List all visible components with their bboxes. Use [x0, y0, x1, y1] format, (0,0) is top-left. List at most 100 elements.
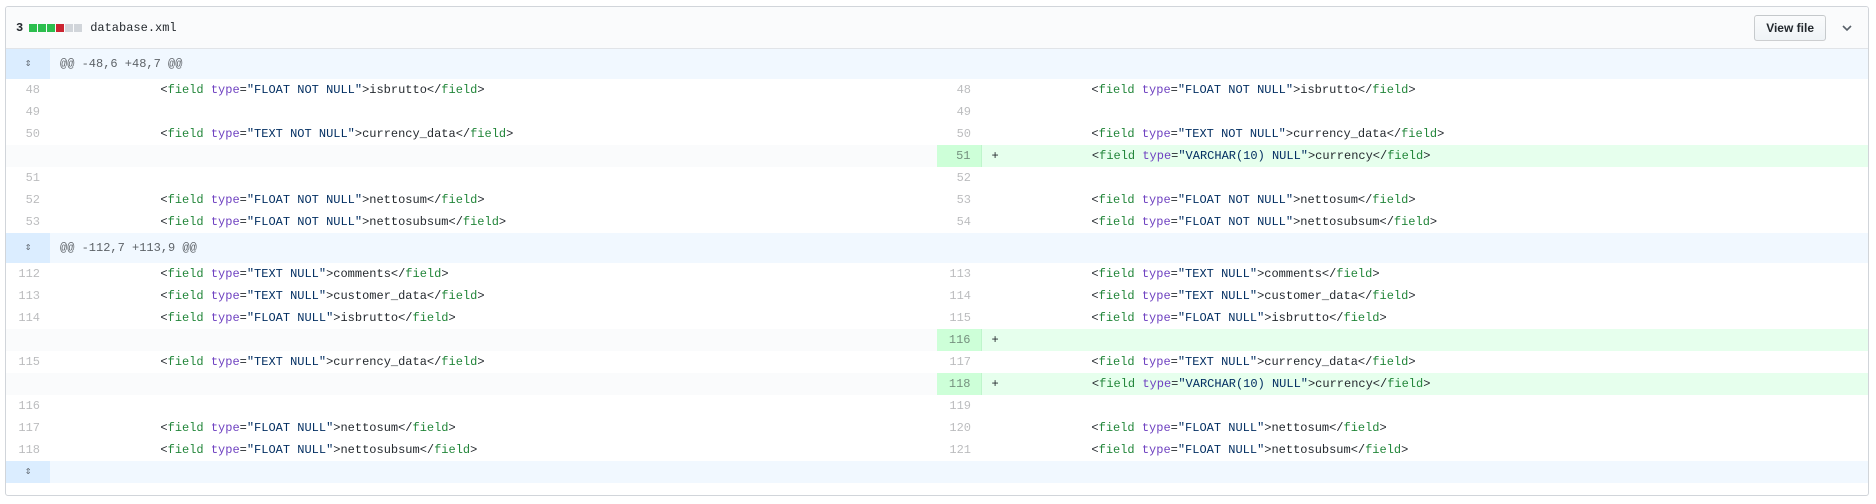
diff-marker [60, 263, 74, 285]
left-line-number[interactable]: 117 [6, 417, 50, 439]
diff-row: 116 + [6, 329, 1868, 351]
expand-icon[interactable]: ⇕ [6, 461, 50, 483]
diff-marker [60, 417, 74, 439]
code-token: field [1401, 127, 1438, 141]
view-file-button[interactable]: View file [1754, 15, 1826, 41]
left-line-number[interactable]: 113 [6, 285, 50, 307]
code-token: field [1099, 149, 1136, 163]
code-token: > [477, 355, 485, 369]
added-line-number[interactable]: 51 [937, 145, 982, 167]
code-token: >nettosum</ [362, 193, 442, 207]
right-line-number[interactable]: 53 [937, 189, 981, 211]
diff-marker [991, 123, 1005, 145]
diff-file: 3 database.xml View file ⇕ @@ -48,6 +48,7… [5, 6, 1869, 496]
code-token: "TEXT NULL" [1177, 289, 1258, 303]
code-token: field [1343, 421, 1380, 435]
code-token: "FLOAT NULL" [1177, 421, 1265, 435]
left-line-number[interactable]: 52 [6, 189, 50, 211]
code-token: type [210, 83, 240, 97]
diff-marker [991, 351, 1005, 373]
right-code [981, 101, 1868, 123]
code-token: field [167, 193, 204, 207]
right-line-number[interactable]: 49 [937, 101, 981, 123]
code-token: > [1437, 127, 1445, 141]
right-line-number[interactable]: 52 [937, 167, 981, 189]
added-line-number[interactable]: 116 [937, 329, 982, 351]
code-token: field [1098, 289, 1135, 303]
left-line-number[interactable]: 116 [6, 395, 50, 417]
left-line-number[interactable]: 51 [6, 167, 50, 189]
right-line-number[interactable]: 119 [937, 395, 981, 417]
file-name[interactable]: database.xml [90, 21, 176, 35]
diffstat-block [38, 23, 47, 32]
right-line-number[interactable]: 114 [937, 285, 981, 307]
right-line-number[interactable]: 113 [937, 263, 981, 285]
code-token: type [1141, 127, 1171, 141]
left-line-number[interactable]: 112 [6, 263, 50, 285]
added-line-number[interactable]: 118 [937, 373, 982, 395]
diffstat-bar [29, 23, 83, 32]
code-token: field [1098, 127, 1135, 141]
code-token: < [160, 289, 168, 303]
code-token: < [160, 127, 168, 141]
left-code [50, 167, 937, 189]
right-line-number[interactable]: 121 [937, 439, 981, 461]
right-line-number[interactable]: 48 [937, 79, 981, 101]
left-line-number[interactable]: 114 [6, 307, 50, 329]
right-line-number[interactable]: 115 [937, 307, 981, 329]
diff-row: 52 <field type="FLOAT NOT NULL">nettosum… [6, 189, 1868, 211]
left-line-number[interactable]: 50 [6, 123, 50, 145]
code-token: < [160, 193, 168, 207]
left-code-empty [50, 145, 937, 167]
left-code [50, 395, 937, 417]
code-token: field [1393, 215, 1430, 229]
left-line-number[interactable]: 115 [6, 351, 50, 373]
right-line-number[interactable]: 50 [937, 123, 981, 145]
code-token: > [477, 193, 485, 207]
diff-row: 115 <field type="TEXT NULL">currency_dat… [6, 351, 1868, 373]
expand-icon[interactable]: ⇕ [6, 49, 50, 79]
code-token: type [1141, 215, 1171, 229]
diff-row: 118 + <field type="VARCHAR(10) NULL">curr… [6, 373, 1868, 395]
code-token: > [470, 443, 478, 457]
left-code-empty [50, 329, 937, 351]
code-token: < [1091, 355, 1099, 369]
right-line-number[interactable]: 117 [937, 351, 981, 373]
left-code-empty [50, 373, 937, 395]
diff-marker [991, 263, 1005, 285]
diff-marker [991, 189, 1005, 211]
code-token: >customer_data</ [326, 289, 442, 303]
right-code: <field type="TEXT NULL">currency_data</f… [981, 351, 1868, 373]
left-line-number[interactable]: 53 [6, 211, 50, 233]
expand-icon[interactable]: ⇕ [6, 233, 50, 263]
diff-marker [991, 439, 1005, 461]
left-line-number[interactable]: 49 [6, 101, 50, 123]
code-token: < [1091, 215, 1099, 229]
left-line-number[interactable]: 118 [6, 439, 50, 461]
code-token: = [1170, 311, 1178, 325]
code-token: field [1098, 267, 1135, 281]
code-token: type [1141, 289, 1171, 303]
diff-marker [60, 123, 74, 145]
right-line-number[interactable]: 54 [937, 211, 981, 233]
left-line-number[interactable]: 48 [6, 79, 50, 101]
code-token: < [1091, 443, 1099, 457]
code-token: type [1141, 267, 1171, 281]
right-line-number[interactable]: 120 [937, 417, 981, 439]
code-token: >currency_data</ [326, 355, 442, 369]
code-token: field [441, 289, 478, 303]
code-token: > [477, 83, 485, 97]
chevron-down-icon[interactable] [1840, 21, 1854, 35]
